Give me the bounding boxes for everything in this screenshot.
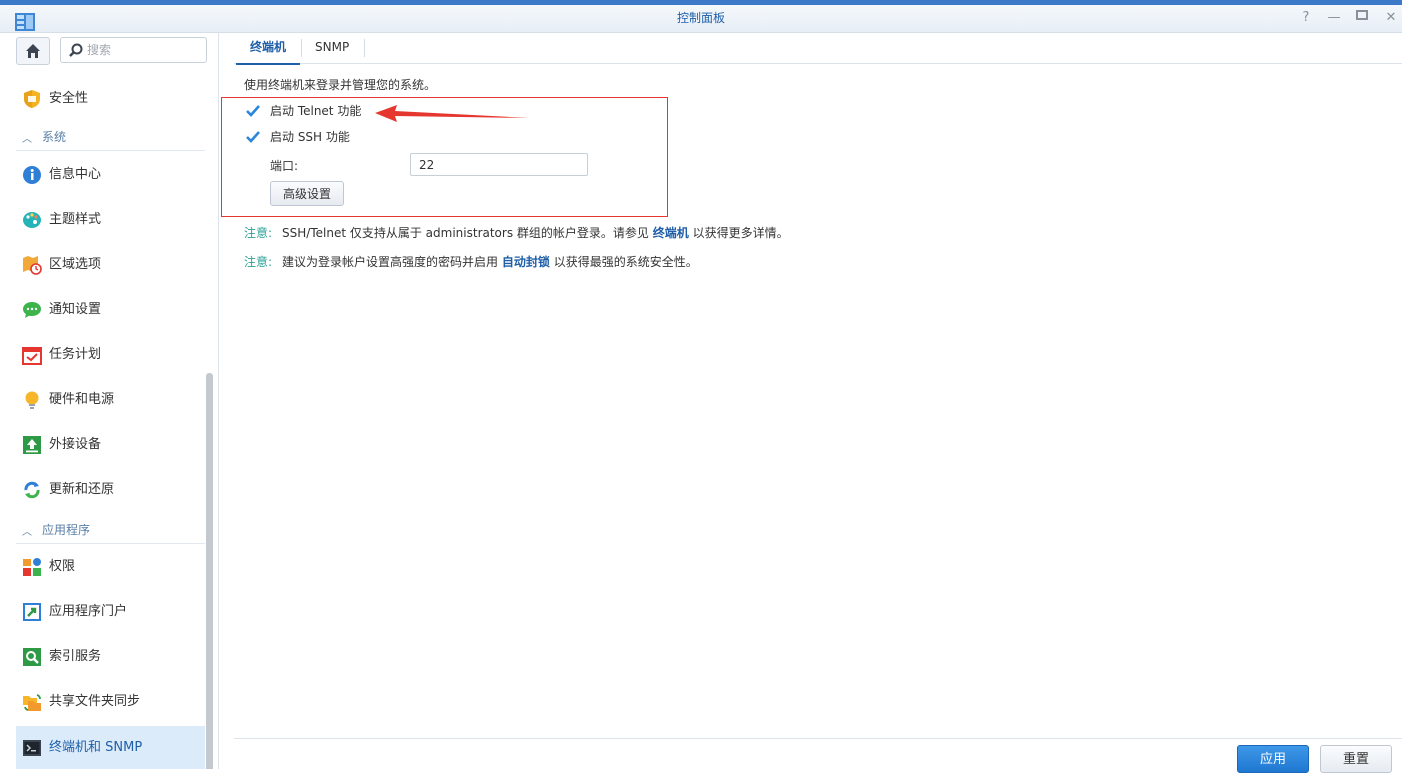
terminal-icon	[23, 740, 41, 756]
home-icon	[26, 44, 40, 58]
maximize-icon[interactable]	[1353, 9, 1371, 27]
terminal-help-link[interactable]: 终端机	[653, 226, 689, 240]
palette-icon	[23, 212, 41, 228]
region-clock-icon	[23, 256, 42, 275]
sidebar-item-update-restore[interactable]: 更新和还原	[16, 468, 205, 512]
sidebar-item-label: 权限	[49, 559, 76, 574]
telnet-checkbox[interactable]	[245, 103, 261, 119]
note-ssh-telnet: 注意: SSH/Telnet 仅支持从属于 administrators 群组的帐…	[244, 224, 789, 241]
calendar-check-icon	[22, 347, 42, 365]
note-label: 注意:	[244, 255, 273, 269]
port-field[interactable]: 22	[410, 153, 588, 176]
sidebar-item-label: 任务计划	[49, 347, 102, 362]
note-password: 注意: 建议为登录帐户设置高强度的密码并启用 自动封锁 以获得最强的系统安全性。	[244, 253, 698, 270]
sidebar-item-label: 安全性	[49, 91, 89, 106]
folder-sync-icon	[23, 694, 41, 711]
tab-divider	[364, 39, 365, 57]
sidebar-item-notification[interactable]: 通知设置	[16, 288, 205, 332]
sidebar-item-label: 通知设置	[49, 302, 102, 317]
sidebar-item-label: 应用程序门户	[49, 604, 128, 619]
sidebar-section-label: 系统	[42, 130, 67, 144]
sidebar-item-label: 外接设备	[49, 437, 102, 452]
window-title: 控制面板	[676, 11, 725, 25]
sidebar-item-external-devices[interactable]: 外接设备	[16, 423, 205, 467]
sidebar-item-theme[interactable]: 主题样式	[16, 198, 205, 242]
title-bar: 控制面板 ? — ✕	[0, 5, 1402, 33]
advanced-settings-button[interactable]: 高级设置	[270, 181, 344, 206]
annotation-arrow	[375, 105, 530, 122]
tab-snmp[interactable]: SNMP	[301, 33, 363, 63]
ssh-checkbox[interactable]	[245, 129, 261, 145]
auto-block-link[interactable]: 自动封锁	[502, 255, 550, 269]
chat-bubble-icon	[23, 302, 41, 318]
note-label: 注意:	[244, 226, 273, 240]
search-placeholder: 搜索	[87, 43, 112, 57]
note-text: SSH/Telnet 仅支持从属于 administrators 群组的帐户登录…	[282, 226, 649, 240]
tab-bar: 终端机 SNMP	[234, 33, 1402, 65]
search-doc-icon	[23, 648, 41, 666]
note-text: 以获得最强的系统安全性。	[553, 255, 698, 269]
minimize-icon[interactable]: —	[1325, 9, 1343, 27]
sidebar-item-indexing[interactable]: 索引服务	[16, 635, 205, 679]
sidebar-item-folder-sync[interactable]: 共享文件夹同步	[16, 680, 205, 724]
note-text: 以获得更多详情。	[692, 226, 789, 240]
chevron-up-icon: ︿	[22, 527, 32, 538]
sidebar-scrollbar[interactable]	[206, 373, 213, 769]
lightbulb-icon	[25, 391, 39, 409]
sidebar: 搜索 安全性 ︿ 系统 信息中心 主题样式 区域选项 通知设置 任务计划 硬件和…	[0, 33, 219, 769]
sidebar-item-region[interactable]: 区域选项	[16, 243, 205, 287]
port-label: 端口:	[270, 159, 299, 173]
footer-divider	[234, 738, 1402, 739]
sidebar-item-info-center[interactable]: 信息中心	[16, 153, 205, 197]
search-input[interactable]: 搜索	[60, 37, 207, 63]
blocks-icon	[23, 558, 41, 576]
sidebar-item-app-portal[interactable]: 应用程序门户	[16, 590, 205, 634]
sidebar-section-system[interactable]: ︿ 系统	[16, 124, 205, 151]
sidebar-item-task-scheduler[interactable]: 任务计划	[16, 333, 205, 377]
search-icon	[69, 43, 83, 57]
sidebar-item-privileges[interactable]: 权限	[16, 545, 205, 589]
refresh-icon	[24, 481, 40, 499]
sidebar-section-label: 应用程序	[42, 523, 91, 537]
sidebar-item-label: 硬件和电源	[49, 392, 115, 407]
home-button[interactable]	[16, 37, 50, 65]
telnet-label: 启动 Telnet 功能	[270, 104, 362, 118]
close-icon[interactable]: ✕	[1382, 9, 1400, 27]
sidebar-item-label: 共享文件夹同步	[49, 694, 141, 709]
ssh-label: 启动 SSH 功能	[270, 130, 350, 144]
sidebar-item-hardware-power[interactable]: 硬件和电源	[16, 378, 205, 422]
sidebar-item-label: 更新和还原	[49, 482, 115, 497]
sidebar-item-terminal-snmp[interactable]: 终端机和 SNMP	[16, 726, 205, 769]
page-description: 使用终端机来登录并管理您的系统。	[244, 78, 437, 92]
help-icon[interactable]: ?	[1297, 9, 1315, 27]
portal-arrow-icon	[23, 603, 41, 621]
info-icon	[23, 166, 41, 184]
sidebar-item-label: 区域选项	[49, 257, 102, 272]
note-text: 建议为登录帐户设置高强度的密码并启用	[282, 255, 499, 269]
shield-icon	[24, 90, 40, 108]
sidebar-section-applications[interactable]: ︿ 应用程序	[16, 517, 205, 544]
tab-terminal[interactable]: 终端机	[236, 33, 301, 65]
upload-icon	[23, 436, 41, 454]
sidebar-item-label: 主题样式	[49, 212, 102, 227]
sidebar-item-security[interactable]: 安全性	[16, 77, 205, 121]
sidebar-item-label: 终端机和 SNMP	[49, 740, 143, 755]
sidebar-item-label: 索引服务	[49, 649, 102, 664]
sidebar-item-label: 信息中心	[49, 167, 102, 182]
chevron-up-icon: ︿	[22, 134, 32, 145]
